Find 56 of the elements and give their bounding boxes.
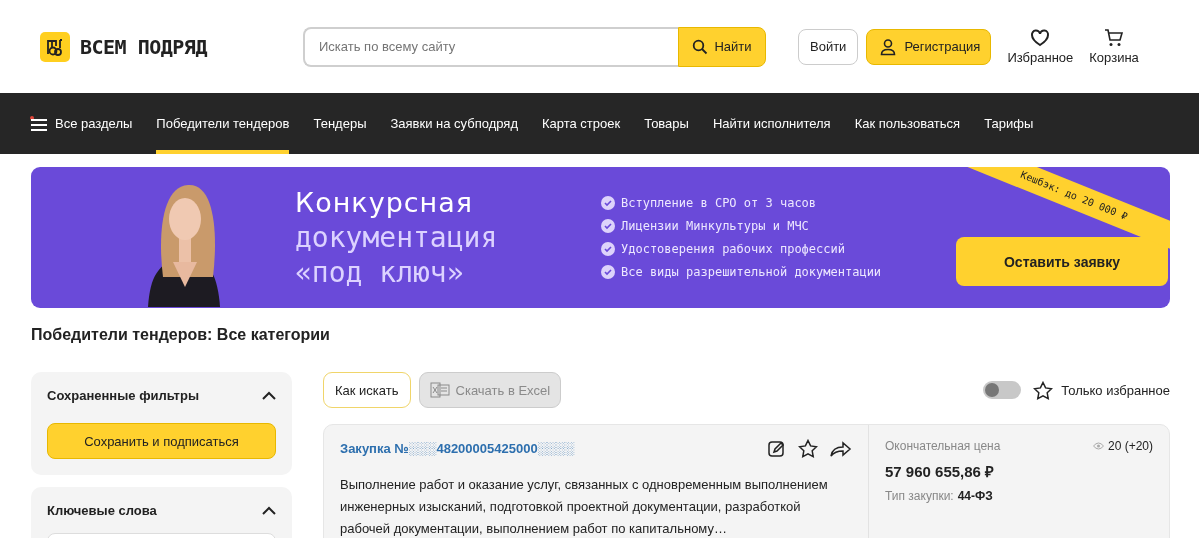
star-icon[interactable] <box>798 439 818 458</box>
nav-tab[interactable]: Карта строек <box>541 93 621 154</box>
check-icon <box>601 265 615 279</box>
user-icon <box>879 37 898 56</box>
check-icon <box>601 196 615 210</box>
search-button[interactable]: Найти <box>678 26 766 67</box>
all-sections-link[interactable]: Все разделы <box>30 93 133 154</box>
purchase-link[interactable]: Закупка №░░░48200005425000░░░░ <box>340 441 575 456</box>
view-count: 20 (+20) <box>1107 439 1153 453</box>
favorites-link[interactable]: Избранное <box>1007 28 1074 65</box>
search-icon <box>692 38 709 55</box>
heart-icon <box>1030 28 1051 47</box>
apply-button[interactable]: Оставить заявку <box>956 237 1168 286</box>
login-button[interactable]: Войти <box>798 28 859 65</box>
eye-icon <box>1092 442 1104 450</box>
type-value: 44-ФЗ <box>957 489 993 503</box>
register-button[interactable]: Регистрация <box>866 28 992 65</box>
save-subscribe-button[interactable]: Сохранить и подписаться <box>47 423 276 459</box>
star-icon <box>1033 380 1054 400</box>
nav-tab[interactable]: Победители тендеров <box>156 93 290 154</box>
nav-tab[interactable]: Тарифы <box>984 93 1034 154</box>
share-icon[interactable] <box>830 440 852 457</box>
benefit-text: Вступление в СРО от 3 часов <box>621 196 817 210</box>
nav-tab[interactable]: Товары <box>644 93 689 154</box>
how-to-search-button[interactable]: Как искать <box>323 372 411 408</box>
panel-title: Сохраненные фильтры <box>47 388 200 403</box>
price-value: 57 960 655,86 ₽ <box>885 462 996 481</box>
logo-icon <box>40 31 70 62</box>
excel-icon <box>429 381 450 399</box>
check-icon <box>601 242 615 256</box>
benefit-text: Лицензии Минкультуры и МЧС <box>621 219 809 233</box>
chevron-icon[interactable] <box>262 391 276 400</box>
logo-text[interactable]: ВСЕМ ПОДРЯД <box>80 34 207 59</box>
cart-link[interactable]: Корзина <box>1089 28 1139 65</box>
favorites-only-label: Только избранное <box>1061 382 1170 398</box>
nav-tab[interactable]: Найти исполнителя <box>712 93 831 154</box>
nav-tab[interactable]: Заявки на субподряд <box>390 93 518 154</box>
banner-title-line: «под ключ» <box>295 255 465 290</box>
type-label: Тип закупки: <box>885 489 954 503</box>
banner-title-line: документация <box>295 220 499 255</box>
menu-icon <box>30 115 48 132</box>
banner-title-line: Конкурсная <box>295 186 475 220</box>
check-icon <box>601 219 615 233</box>
panel-title: Ключевые слова <box>47 503 157 518</box>
nav-tab[interactable]: Как пользоваться <box>854 93 961 154</box>
purchase-description: Выполнение работ и оказание услуг, связанных с одновременным выполнением инженерных изысканий, подготовкой проектной документации, разработкой рабочей документации, выполнением работ по капитальному… <box>340 476 829 538</box>
benefit-text: Удостоверения рабочих профессий <box>621 242 845 256</box>
benefit-text: Все виды разрешительной документации <box>621 265 882 279</box>
toggle-switch[interactable] <box>983 381 1022 399</box>
price-label: Окончательная цена <box>885 439 1001 453</box>
page-title: Победители тендеров: Все категории <box>31 326 331 345</box>
cart-icon <box>1104 28 1125 47</box>
nav-tab[interactable]: Тендеры <box>313 93 367 154</box>
chevron-icon[interactable] <box>262 506 276 515</box>
search-field[interactable]: Искать по всему сайту <box>303 26 678 67</box>
edit-icon[interactable] <box>768 439 786 458</box>
